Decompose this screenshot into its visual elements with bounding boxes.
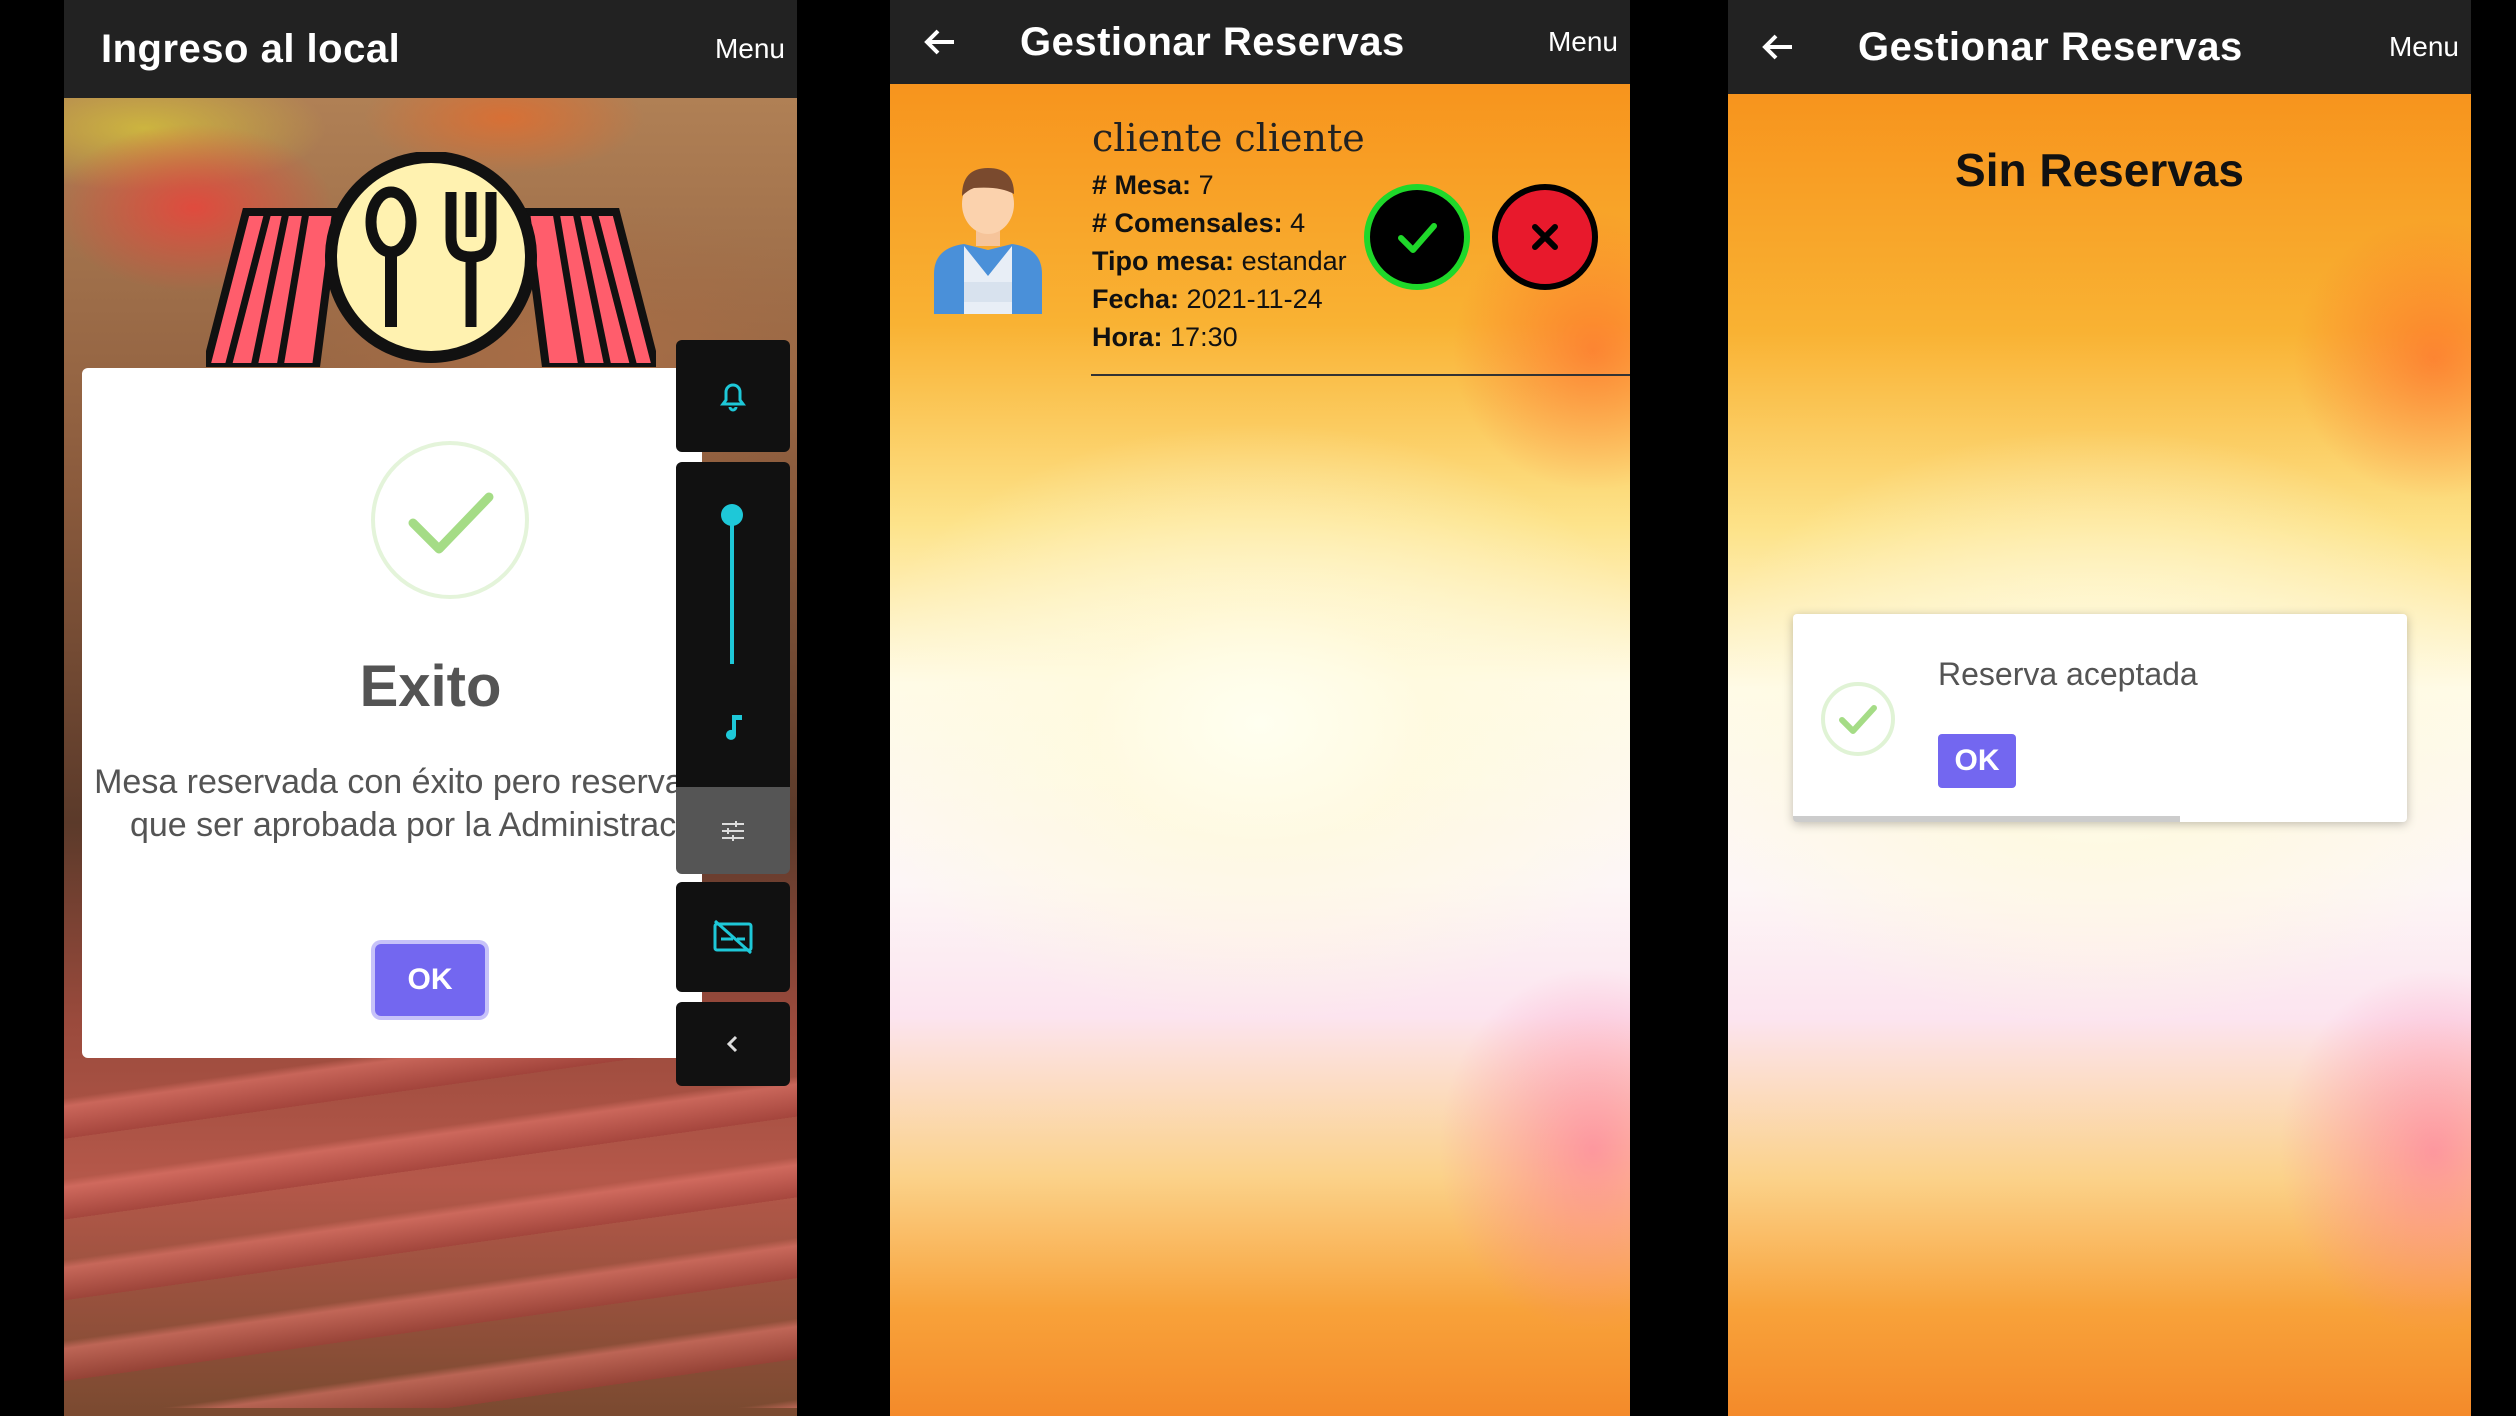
mesa-value: 7 bbox=[1198, 170, 1214, 200]
slider-track bbox=[730, 514, 734, 664]
app-bar: Gestionar Reservas Menu bbox=[1728, 0, 2471, 94]
fecha-value: 2021-11-24 bbox=[1186, 284, 1323, 314]
page-title: Gestionar Reservas bbox=[1020, 19, 1405, 64]
tipo-value: estandar bbox=[1241, 246, 1347, 276]
restaurant-logo bbox=[206, 152, 656, 367]
tipo-label: Tipo mesa: bbox=[1092, 246, 1235, 276]
slider-handle[interactable] bbox=[721, 504, 743, 526]
volume-slider[interactable] bbox=[676, 462, 790, 787]
dialog-message: Mesa reservada con éxito pero reserva ti… bbox=[94, 763, 767, 844]
mesa-label: # Mesa: bbox=[1092, 170, 1192, 200]
menu-button[interactable]: Menu bbox=[2389, 0, 2459, 94]
check-icon bbox=[1398, 223, 1437, 253]
settings-sliders-button[interactable] bbox=[676, 787, 790, 874]
arrow-left-icon bbox=[924, 29, 954, 55]
app-bar: Gestionar Reservas Menu bbox=[890, 0, 1630, 84]
menu-button[interactable]: Menu bbox=[1548, 0, 1618, 84]
hora-field: Hora: 17:30 bbox=[1092, 322, 1238, 353]
tune-icon bbox=[722, 820, 744, 841]
screen-ingreso-local: Ingreso al local Menu Exito Mesa reserva… bbox=[64, 0, 797, 1416]
client-avatar bbox=[934, 168, 1042, 314]
card-divider bbox=[1091, 374, 1630, 376]
fecha-label: Fecha: bbox=[1092, 284, 1180, 314]
music-note-icon bbox=[726, 715, 742, 740]
comensales-field: # Comensales: 4 bbox=[1092, 208, 1305, 239]
reservation-card: cliente cliente # Mesa: 7 # Comensales: … bbox=[890, 84, 1630, 384]
client-name: cliente cliente bbox=[1092, 116, 1365, 160]
hora-label: Hora: bbox=[1092, 322, 1163, 352]
accept-reservation-button[interactable] bbox=[1364, 184, 1470, 290]
ok-button[interactable]: OK bbox=[375, 944, 485, 1016]
chevron-left-icon bbox=[726, 1035, 738, 1053]
reject-reservation-button[interactable] bbox=[1492, 184, 1598, 290]
success-check-icon bbox=[371, 441, 529, 599]
screen-gestionar-reservas-empty: Gestionar Reservas Menu Sin Reservas Res… bbox=[1728, 0, 2471, 1416]
toast-message: Reserva aceptada bbox=[1938, 656, 2198, 692]
comensales-label: # Comensales: bbox=[1092, 208, 1283, 238]
arrow-left-icon bbox=[1762, 34, 1792, 60]
menu-button[interactable]: Menu bbox=[715, 0, 785, 98]
success-check-icon bbox=[1821, 682, 1895, 756]
captions-off-button[interactable] bbox=[676, 882, 790, 992]
fecha-field: Fecha: 2021-11-24 bbox=[1092, 284, 1323, 315]
toast-timer-progress bbox=[1793, 816, 2180, 822]
notification-button[interactable] bbox=[676, 340, 790, 452]
success-toast: Reserva aceptada OK bbox=[1793, 614, 2407, 822]
close-icon bbox=[1532, 224, 1558, 250]
page-title: Ingreso al local bbox=[101, 26, 401, 71]
hora-value: 17:30 bbox=[1170, 322, 1238, 352]
back-button[interactable] bbox=[1758, 0, 1798, 94]
app-bar: Ingreso al local Menu bbox=[64, 0, 797, 98]
mesa-field: # Mesa: 7 bbox=[1092, 170, 1214, 201]
back-button[interactable] bbox=[920, 0, 960, 84]
toast-ok-button[interactable]: OK bbox=[1938, 734, 2016, 788]
page-title: Gestionar Reservas bbox=[1858, 24, 2243, 69]
screen-gestionar-reservas: Gestionar Reservas Menu cliente cliente … bbox=[890, 0, 1630, 1416]
bell-icon bbox=[720, 383, 746, 412]
success-dialog: Exito Mesa reservada con éxito pero rese… bbox=[82, 368, 767, 1058]
comensales-value: 4 bbox=[1290, 208, 1306, 238]
subtitles-off-icon bbox=[713, 919, 753, 955]
tipo-mesa-field: Tipo mesa: estandar bbox=[1092, 246, 1347, 277]
collapse-panel-button[interactable] bbox=[676, 1002, 790, 1086]
empty-state-title: Sin Reservas bbox=[1955, 144, 2244, 196]
food-image-detail bbox=[64, 1058, 797, 1408]
